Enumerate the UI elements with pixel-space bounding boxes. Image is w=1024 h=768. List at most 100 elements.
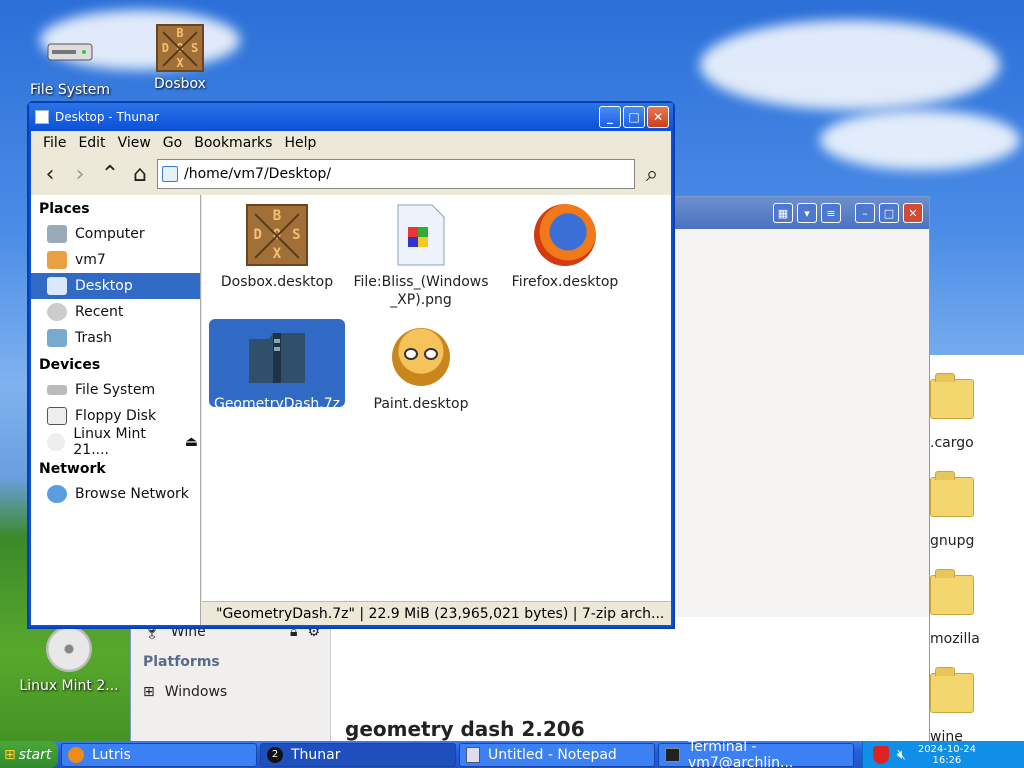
forward-icon[interactable]: › xyxy=(67,159,93,189)
file-item[interactable]: File:Bliss_(Windows _XP).png xyxy=(353,197,489,309)
task-label: Untitled - Notepad xyxy=(488,746,617,763)
view-grid-icon[interactable]: ▦ xyxy=(773,203,793,223)
folder-icon xyxy=(930,569,974,615)
task-notepad[interactable]: Untitled - Notepad xyxy=(459,742,655,767)
menu-bookmarks[interactable]: Bookmarks xyxy=(188,135,278,151)
menu-view[interactable]: View xyxy=(112,135,157,151)
menu-edit[interactable]: Edit xyxy=(72,135,111,151)
eject-icon[interactable]: ⏏ xyxy=(185,434,198,450)
file-item[interactable]: Firefox.desktop xyxy=(497,197,633,291)
home-icon[interactable]: ⌂ xyxy=(127,159,153,189)
maximize-icon[interactable]: □ xyxy=(879,203,899,223)
desktop-icon-dosbox[interactable]: BDOSX Dosbox xyxy=(130,24,230,92)
chevron-down-icon[interactable]: ▾ xyxy=(797,203,817,223)
file-view[interactable]: BDOSX Dosbox.desktop File:Bliss_(Windows… xyxy=(202,195,671,601)
sidebar-item-vm7[interactable]: vm7 xyxy=(31,247,200,273)
close-icon[interactable]: ✕ xyxy=(903,203,923,223)
cdrom-icon xyxy=(46,626,92,672)
sidebar: Places Computer vm7 Desktop Recent Trash… xyxy=(31,195,201,625)
thunar-window[interactable]: Desktop - Thunar _ □ ✕ File Edit View Go… xyxy=(27,101,675,629)
location-path: /home/vm7/Desktop/ xyxy=(184,166,332,182)
sidebar-item-label: Windows xyxy=(164,684,228,700)
menubar: File Edit View Go Bookmarks Help xyxy=(31,131,671,155)
trash-icon xyxy=(47,329,67,347)
folder-icon xyxy=(930,471,974,517)
task-thunar[interactable]: 2 Thunar xyxy=(260,742,456,767)
folder-icon xyxy=(930,373,974,419)
clock-time: 16:26 xyxy=(932,754,962,766)
drive-icon xyxy=(46,36,94,66)
sidebar-item-recent[interactable]: Recent xyxy=(31,299,200,325)
dosbox-icon: BDOSX xyxy=(156,24,204,72)
sidebar-item-label: Computer xyxy=(75,226,145,242)
lutris-titlebar: ▦ ▾ ≡ – □ ✕ xyxy=(671,197,929,229)
windows-icon: ⊞ xyxy=(143,684,155,700)
file-item[interactable]: BDOSX Dosbox.desktop xyxy=(209,197,345,291)
close-button[interactable]: ✕ xyxy=(647,106,669,128)
system-tray: 🔇︎ 2024-10-24 16:26 xyxy=(862,741,1024,768)
sidebar-item-browse-network[interactable]: Browse Network xyxy=(31,481,200,507)
task-lutris[interactable]: Lutris xyxy=(61,742,257,767)
file-item-selected[interactable]: GeometryDash.7z xyxy=(209,319,345,412)
back-icon[interactable]: ‹ xyxy=(37,159,63,189)
task-label: Lutris xyxy=(92,746,131,763)
folder-item[interactable]: .cargo xyxy=(930,373,1024,451)
sidebar-item-label: vm7 xyxy=(75,252,106,268)
clock[interactable]: 2024-10-24 16:26 xyxy=(918,744,976,766)
toolbar: ‹ › ⌃ ⌂ /home/vm7/Desktop/ ⌕ xyxy=(31,155,671,193)
image-file-icon xyxy=(389,203,453,267)
archive-icon xyxy=(245,325,309,389)
sidebar-item-label: Browse Network xyxy=(75,486,189,502)
computer-icon xyxy=(47,225,67,243)
desktop-icon-linux-mint[interactable]: Linux Mint 2... xyxy=(19,626,119,694)
task-label: Thunar xyxy=(291,746,341,763)
firefox-icon xyxy=(533,203,597,267)
terminal-icon xyxy=(665,747,680,762)
taskbar: ⊞ start Lutris 2 Thunar Untitled - Notep… xyxy=(0,739,1024,768)
thunar-titlebar[interactable]: Desktop - Thunar _ □ ✕ xyxy=(29,103,673,131)
dosbox-icon: BDOSX xyxy=(245,203,309,267)
menu-file[interactable]: File xyxy=(37,135,72,151)
platforms-header: Platforms xyxy=(143,654,220,670)
desktop-icon-label: Dosbox xyxy=(154,76,206,92)
folder-item[interactable]: wine xyxy=(930,667,1024,745)
volume-muted-icon[interactable]: 🔇︎ xyxy=(897,747,906,763)
folder-column: .cargo gnupg mozilla wine xyxy=(930,355,1024,745)
sidebar-item-file-system[interactable]: File System xyxy=(31,377,200,403)
recent-icon xyxy=(47,303,67,321)
sidebar-item-label: Desktop xyxy=(75,278,133,294)
sidebar-item-desktop[interactable]: Desktop xyxy=(31,273,200,299)
maximize-button[interactable]: □ xyxy=(623,106,645,128)
sidebar-item-windows[interactable]: ⊞ Windows xyxy=(131,677,330,707)
menu-help[interactable]: Help xyxy=(278,135,322,151)
search-icon[interactable]: ⌕ xyxy=(639,159,665,189)
menu-icon[interactable]: ≡ xyxy=(821,203,841,223)
file-label: Firefox.desktop xyxy=(511,274,619,290)
folder-item[interactable]: gnupg xyxy=(930,471,1024,549)
folder-icon xyxy=(930,667,974,713)
sidebar-item-computer[interactable]: Computer xyxy=(31,221,200,247)
window-title: Desktop - Thunar xyxy=(55,110,159,124)
start-button[interactable]: ⊞ start xyxy=(0,741,58,768)
up-icon[interactable]: ⌃ xyxy=(97,159,123,189)
status-bar: "GeometryDash.7z" | 22.9 MiB (23,965,021… xyxy=(202,601,671,625)
minimize-icon[interactable]: – xyxy=(855,203,875,223)
shield-icon[interactable] xyxy=(873,745,889,764)
task-terminal[interactable]: Terminal - vm7@archlin... xyxy=(658,739,854,768)
windows-logo-icon: ⊞ xyxy=(4,746,16,763)
clock-date: 2024-10-24 xyxy=(917,743,976,755)
minimize-button[interactable]: _ xyxy=(599,106,621,128)
folder-label: mozilla xyxy=(930,631,980,647)
file-item[interactable]: Paint.desktop xyxy=(353,319,489,413)
folder-item[interactable]: mozilla xyxy=(930,569,1024,647)
task-label: Terminal - vm7@archlin... xyxy=(687,738,794,768)
network-header: Network xyxy=(39,461,106,477)
sidebar-item-trash[interactable]: Trash xyxy=(31,325,200,351)
sidebar-item-linux-mint[interactable]: Linux Mint 21.... ⏏ xyxy=(31,426,200,458)
menu-go[interactable]: Go xyxy=(157,135,188,151)
location-bar[interactable]: /home/vm7/Desktop/ xyxy=(157,159,635,189)
floppy-icon xyxy=(47,407,67,425)
desktop-icon-file-system[interactable]: File System xyxy=(20,26,120,98)
start-label: start xyxy=(18,746,52,763)
desktop-icon xyxy=(47,277,67,295)
